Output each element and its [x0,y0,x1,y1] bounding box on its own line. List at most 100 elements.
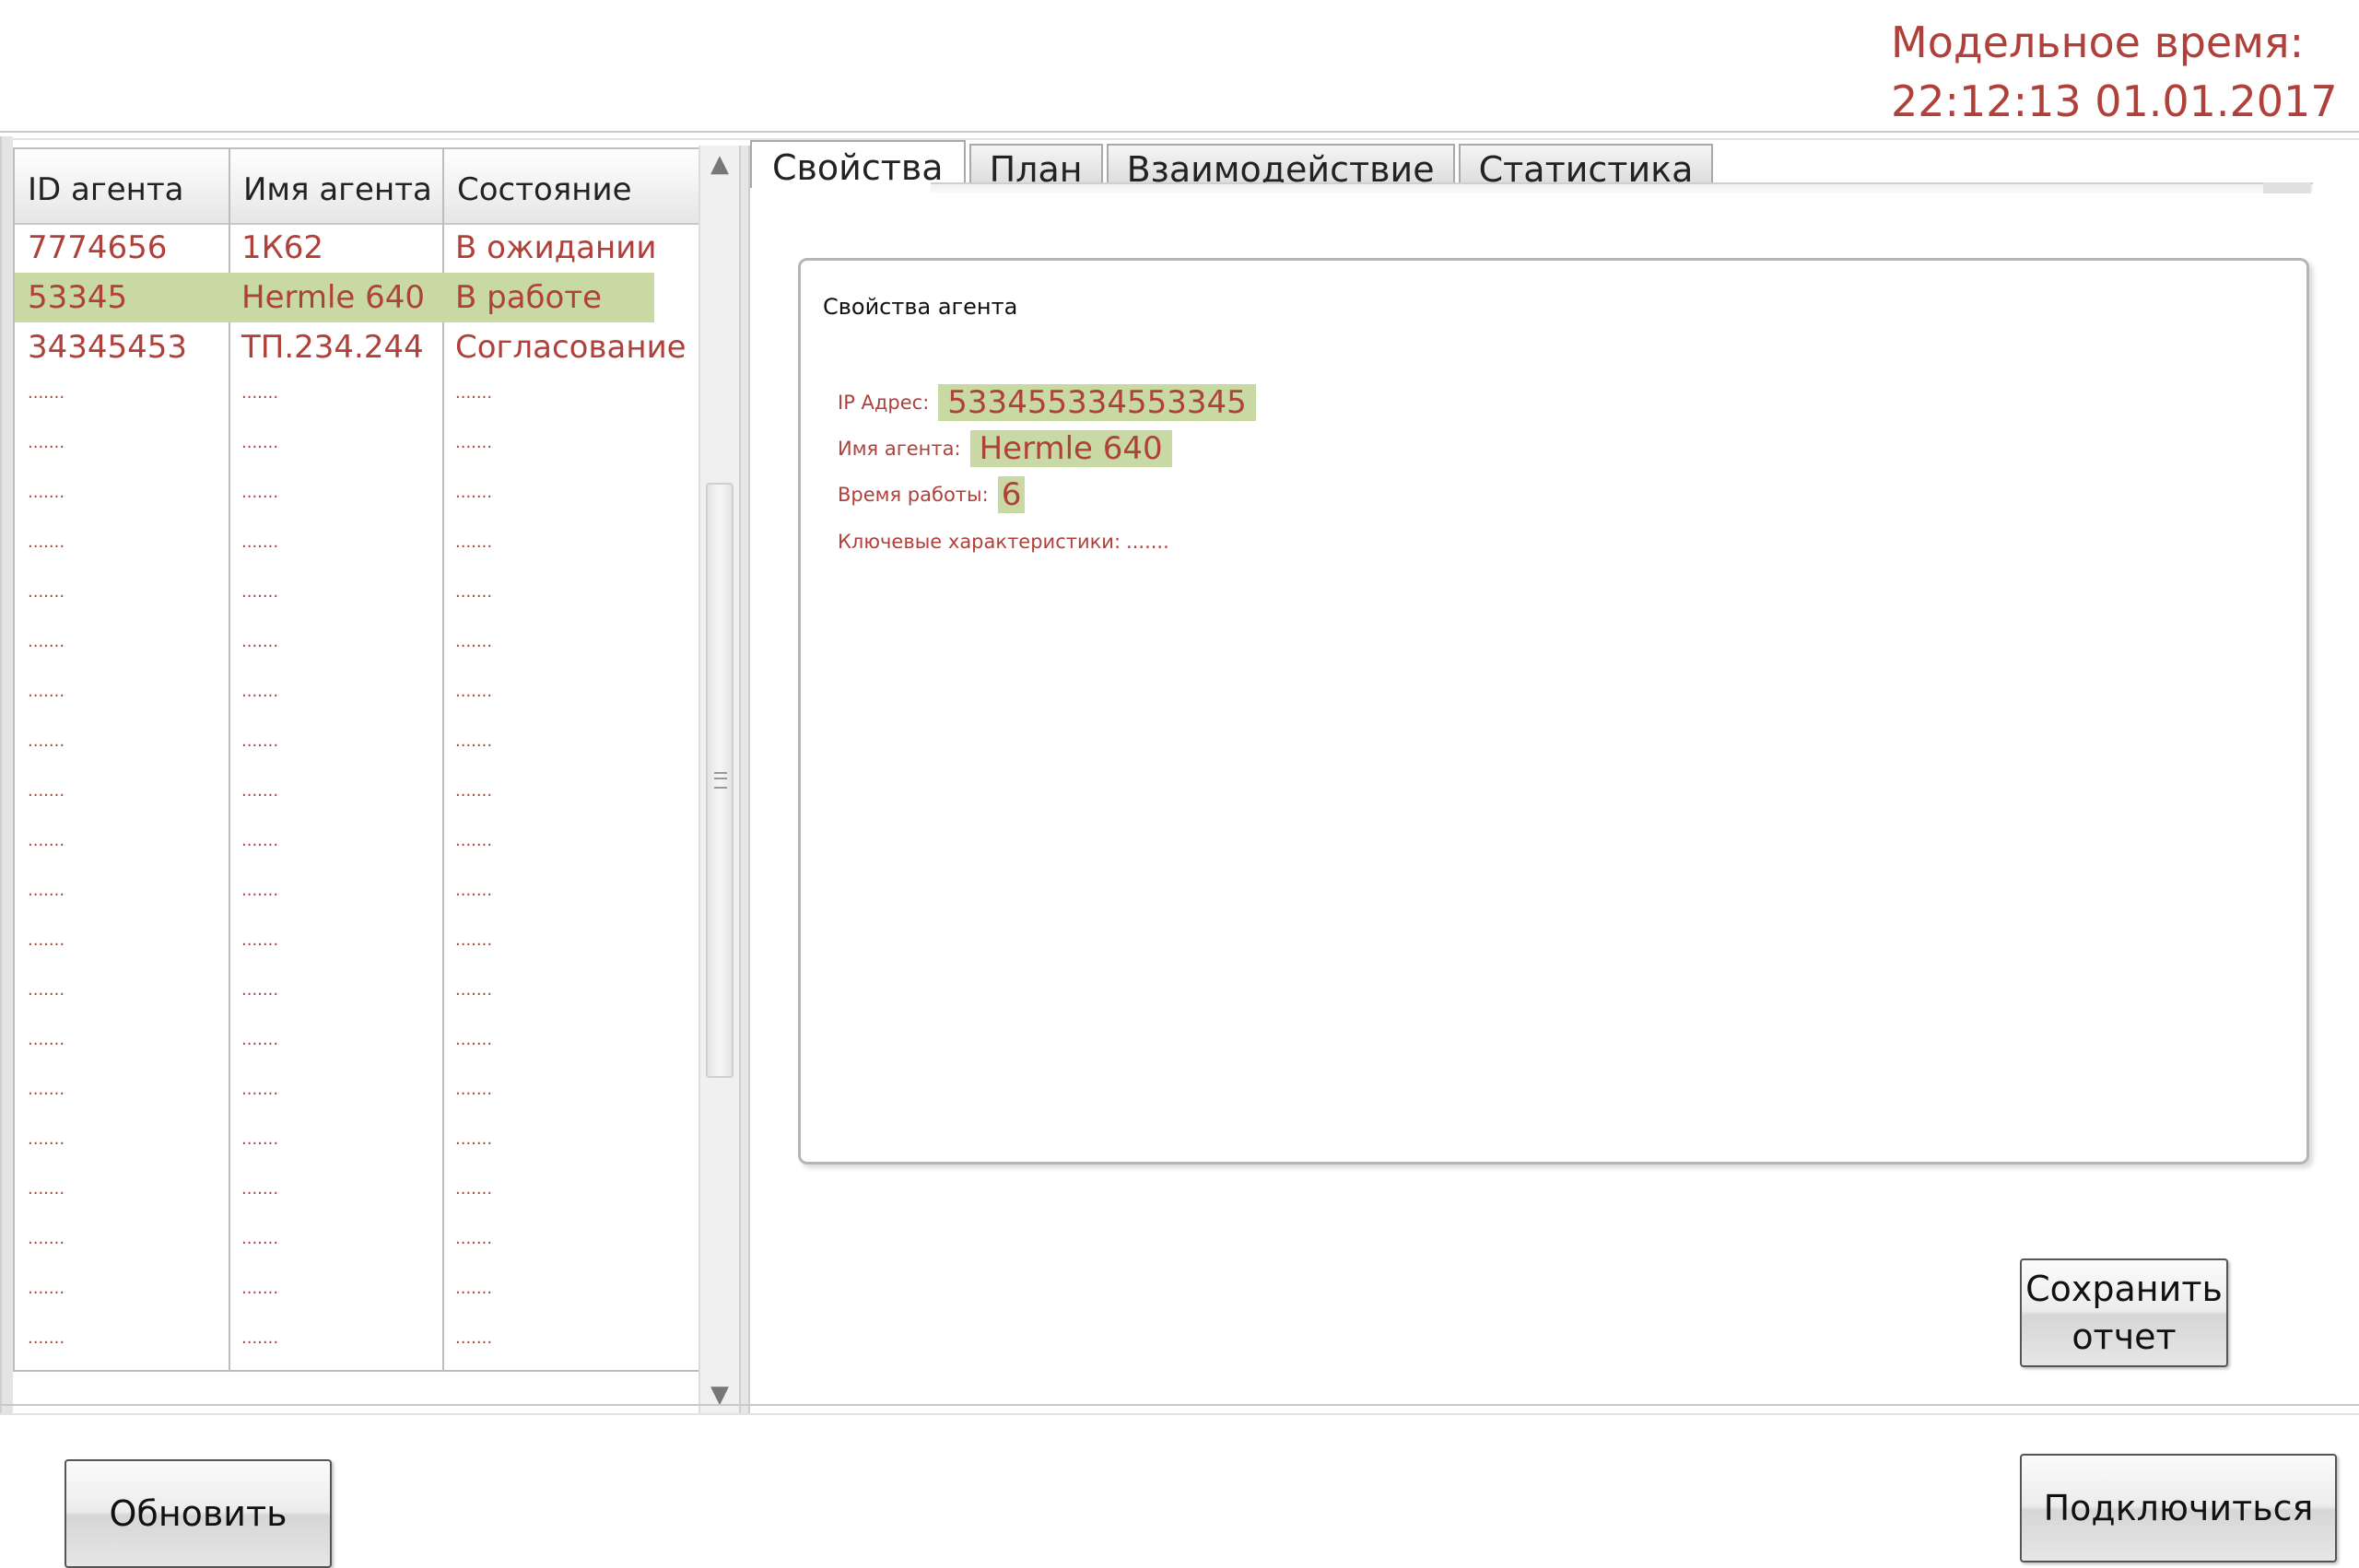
table-row-placeholder[interactable]: ..................... [15,1168,700,1218]
tab-interaction[interactable]: Взаимодействие [1106,144,1455,190]
ip-address-row: IP Адрес: 533455334553345 [838,384,1256,421]
column-header-id[interactable]: ID агента [15,149,229,223]
cell-placeholder: ....... [28,1129,65,1149]
cell-placeholder: ....... [455,831,493,850]
uptime-row: Время работы: 6 [838,476,1026,513]
tab-statistics[interactable]: Статистика [1458,144,1714,190]
uptime-label: Время работы: [838,484,989,506]
cell-placeholder: ....... [455,532,493,552]
table-row[interactable]: 34345453 ТП.234.244 Согласование [15,322,700,372]
table-row-placeholder[interactable]: ..................... [15,1218,700,1268]
cell-placeholder: ....... [241,632,279,651]
cell-placeholder: ....... [28,532,65,552]
cell-placeholder: ....... [28,682,65,701]
table-scrollbar[interactable]: ▲ ▼ [698,146,739,1413]
cell-placeholder: ....... [455,1229,493,1248]
cell-agent-name: 1К62 [241,229,324,266]
table-row-placeholder[interactable]: ..................... [15,521,700,571]
table-row-placeholder[interactable]: ..................... [15,1069,700,1118]
cell-placeholder: ....... [241,1080,279,1099]
table-row-placeholder[interactable]: ..................... [15,820,700,870]
cell-placeholder: ....... [241,731,279,751]
cell-placeholder: ....... [241,532,279,552]
scroll-thumb[interactable] [706,483,734,1078]
cell-placeholder: ....... [28,1328,65,1348]
panel-splitter[interactable] [739,146,750,1413]
table-row-placeholder[interactable]: ..................... [15,1317,700,1360]
cell-placeholder: ....... [455,383,493,403]
cell-placeholder: ....... [241,831,279,850]
table-row-placeholder[interactable]: ..................... [15,1019,700,1069]
uptime-value: 6 [997,476,1026,513]
cell-placeholder: ....... [241,980,279,1000]
cell-placeholder: ....... [241,1279,279,1298]
agent-name-value: Hermle 640 [969,430,1172,467]
key-characteristics-row: Ключевые характеристики: ....... [838,528,1169,556]
tab-strip-end [2263,182,2311,193]
cell-placeholder: ....... [241,1229,279,1248]
cell-placeholder: ....... [28,483,65,502]
model-time: Модельное время: 22:12:13 01.01.2017 [1891,13,2338,131]
agent-name-row: Имя агента: Hermle 640 [838,430,1172,467]
connect-button[interactable]: Подключиться [2020,1454,2337,1562]
cell-agent-name: ТП.234.244 [241,329,424,366]
table-row-placeholder[interactable]: ..................... [15,621,700,671]
cell-placeholder: ....... [241,383,279,403]
table-row-placeholder[interactable]: ..................... [15,770,700,820]
table-header: ID агента Имя агента Состояние [15,149,700,225]
grip-icon [714,772,727,789]
table-row-placeholder[interactable]: ..................... [15,372,700,422]
table-row-placeholder[interactable]: ..................... [15,720,700,770]
table-body: 7774656 1К62 В ожидании 53345 Hermle 640… [15,223,700,1360]
agent-properties-panel: Свойства агента IP Адрес: 53345533455334… [798,258,2309,1164]
table-row-placeholder[interactable]: ..................... [15,671,700,720]
cell-placeholder: ....... [28,582,65,602]
ip-address-value: 533455334553345 [938,384,1256,421]
cell-placeholder: ....... [455,1279,493,1298]
cell-placeholder: ....... [28,930,65,950]
tab-strip-line [931,182,2313,193]
table-row-placeholder[interactable]: ..................... [15,472,700,521]
cell-placeholder: ....... [241,1179,279,1199]
cell-placeholder: ....... [455,1328,493,1348]
frame-top-border [0,131,2359,140]
table-row-placeholder[interactable]: ..................... [15,1118,700,1168]
cell-placeholder: ....... [455,781,493,801]
cell-placeholder: ....... [455,731,493,751]
cell-placeholder: ....... [455,930,493,950]
agents-table[interactable]: ID агента Имя агента Состояние 7774656 1… [13,147,702,1372]
cell-placeholder: ....... [241,1129,279,1149]
table-row-placeholder[interactable]: ..................... [15,870,700,919]
table-row-selected[interactable]: 53345 Hermle 640 В работе [15,273,700,322]
cell-placeholder: ....... [28,731,65,751]
cell-placeholder: ....... [241,930,279,950]
tab-properties[interactable]: Свойства [750,140,966,188]
cell-placeholder: ....... [241,682,279,701]
save-report-button[interactable]: Сохранить отчет [2020,1258,2228,1367]
tab-plan[interactable]: План [968,144,1103,190]
column-header-name[interactable]: Имя агента [229,149,442,223]
key-characteristics-value: ....... [1126,531,1169,553]
table-row-placeholder[interactable]: ..................... [15,1268,700,1317]
cell-placeholder: ....... [455,433,493,452]
cell-agent-state: В ожидании [455,229,657,266]
table-row-placeholder[interactable]: ..................... [15,919,700,969]
cell-placeholder: ....... [28,1229,65,1248]
table-row-placeholder[interactable]: ..................... [15,571,700,621]
cell-placeholder: ....... [455,881,493,900]
cell-placeholder: ....... [455,1179,493,1199]
cell-placeholder: ....... [28,1279,65,1298]
refresh-button[interactable]: Обновить [65,1459,332,1568]
triangle-up-icon[interactable]: ▲ [700,146,739,182]
cell-placeholder: ....... [455,483,493,502]
model-time-value: 22:12:13 01.01.2017 [1891,76,2338,126]
cell-placeholder: ....... [28,881,65,900]
model-time-label: Модельное время: [1891,18,2305,67]
column-header-state[interactable]: Состояние [442,149,700,223]
table-row-placeholder[interactable]: ..................... [15,969,700,1019]
table-row-placeholder[interactable]: ..................... [15,422,700,472]
table-row[interactable]: 7774656 1К62 В ожидании [15,223,700,273]
cell-placeholder: ....... [241,433,279,452]
cell-placeholder: ....... [455,1129,493,1149]
cell-placeholder: ....... [455,582,493,602]
